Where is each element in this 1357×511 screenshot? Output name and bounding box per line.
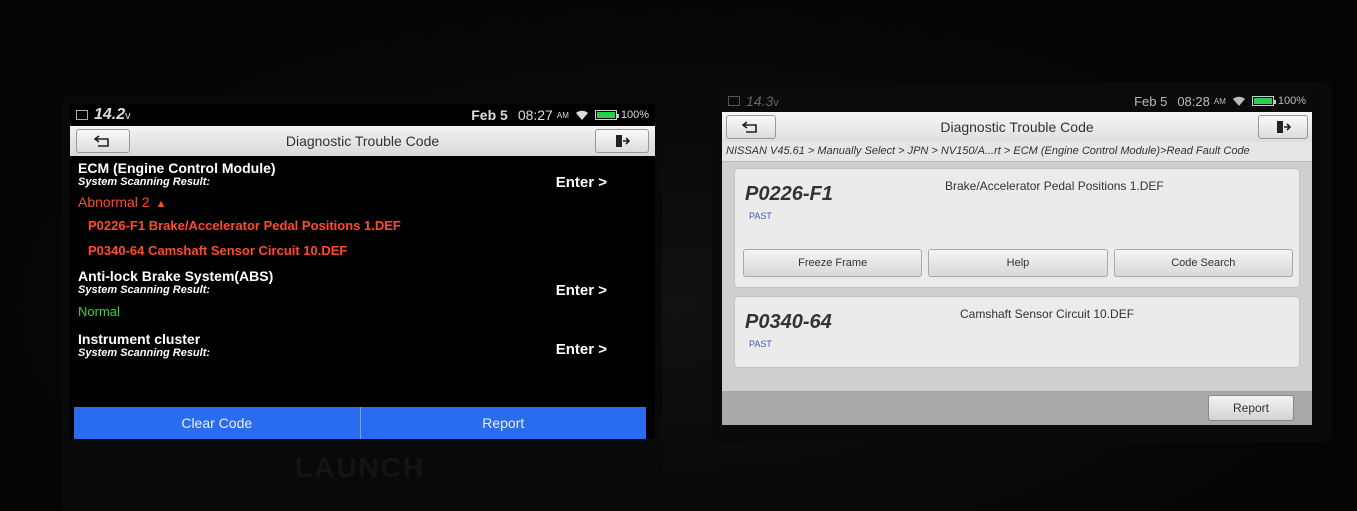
back-arrow-icon bbox=[742, 121, 757, 133]
enter-button[interactable]: Enter > bbox=[556, 282, 607, 299]
clear-code-button[interactable]: Clear Code bbox=[74, 407, 360, 439]
code-search-button[interactable]: Code Search bbox=[1113, 249, 1293, 277]
enter-button[interactable]: Enter > bbox=[556, 341, 607, 358]
dtc-list-item: P0340-64 Camshaft Sensor Circuit 10.DEF bbox=[88, 243, 348, 258]
battery-icon bbox=[594, 110, 619, 120]
status-date: Feb 5 bbox=[1134, 93, 1168, 109]
voltage-readout: 14.2v bbox=[94, 106, 131, 123]
dtc-status: PAST bbox=[749, 339, 772, 349]
exit-button[interactable] bbox=[595, 129, 649, 153]
bottom-action-bar: Report bbox=[722, 391, 1312, 425]
bottom-action-bar: Clear Code Report bbox=[74, 407, 646, 439]
status-bar: 14.2v Feb 5 08:27 AM 100% bbox=[70, 104, 655, 126]
voltage-readout: 14.3v bbox=[746, 93, 779, 109]
freeze-frame-button[interactable]: Freeze Frame bbox=[743, 249, 923, 277]
dtc-list: P0226-F1 PAST Brake/Accelerator Pedal Po… bbox=[722, 162, 1312, 382]
back-button[interactable] bbox=[76, 129, 130, 153]
dtc-list-item: P0226-F1 Brake/Accelerator Pedal Positio… bbox=[88, 218, 401, 233]
expand-up-icon: ▲ bbox=[155, 198, 167, 210]
breadcrumb: NISSAN V45.61 > Manually Select > JPN > … bbox=[722, 142, 1312, 162]
dtc-code: P0226-F1 bbox=[745, 183, 833, 205]
battery-icon bbox=[1251, 96, 1276, 106]
dtc-description: Camshaft Sensor Circuit 10.DEF bbox=[960, 307, 1135, 321]
calendar-icon bbox=[76, 110, 88, 120]
battery-percent: 100% bbox=[620, 109, 649, 121]
back-arrow-icon bbox=[94, 135, 109, 147]
system-item-abs[interactable]: Anti-lock Brake System(ABS) System Scann… bbox=[78, 268, 647, 319]
dtc-code: P0340-64 bbox=[745, 311, 832, 333]
calendar-icon bbox=[728, 96, 740, 106]
page-title: Diagnostic Trouble Code bbox=[940, 119, 1094, 135]
dtc-status: PAST bbox=[749, 211, 772, 221]
enter-button[interactable]: Enter > bbox=[556, 174, 607, 191]
exit-icon bbox=[616, 135, 630, 147]
status-normal: Normal bbox=[78, 304, 120, 319]
right-screen: 14.3v Feb 5 08:28 AM 100% Diagnostic Tro… bbox=[722, 90, 1312, 425]
dtc-card[interactable]: P0226-F1 PAST Brake/Accelerator Pedal Po… bbox=[734, 168, 1300, 288]
dtc-card[interactable]: P0340-64 PAST Camshaft Sensor Circuit 10… bbox=[734, 296, 1300, 368]
brand-watermark: LAUNCH bbox=[295, 452, 426, 483]
status-ampm: AM bbox=[1213, 96, 1226, 106]
status-bar: 14.3v Feb 5 08:28 AM 100% bbox=[722, 90, 1312, 112]
exit-icon bbox=[1277, 121, 1291, 133]
wifi-icon bbox=[575, 110, 588, 120]
help-button[interactable]: Help bbox=[928, 249, 1108, 277]
dtc-description: Brake/Accelerator Pedal Positions 1.DEF bbox=[945, 179, 1164, 193]
title-bar: Diagnostic Trouble Code bbox=[722, 112, 1312, 142]
title-bar: Diagnostic Trouble Code bbox=[70, 126, 655, 156]
dtc-actions: Freeze Frame Help Code Search bbox=[743, 249, 1293, 277]
left-screen: 14.2v Feb 5 08:27 AM 100% Diagnostic Tro… bbox=[70, 104, 655, 439]
back-button[interactable] bbox=[726, 115, 776, 139]
system-item-instrument-cluster[interactable]: Instrument cluster System Scanning Resul… bbox=[78, 331, 647, 359]
report-button[interactable]: Report bbox=[1208, 395, 1294, 421]
page-title: Diagnostic Trouble Code bbox=[285, 133, 440, 149]
status-date: Feb 5 bbox=[471, 107, 508, 123]
status-time: 08:28 bbox=[1177, 93, 1210, 109]
battery-percent: 100% bbox=[1277, 95, 1306, 107]
system-item-ecm[interactable]: ECM (Engine Control Module) System Scann… bbox=[78, 160, 647, 258]
status-ampm: AM bbox=[556, 110, 569, 120]
system-list: ECM (Engine Control Module) System Scann… bbox=[70, 156, 655, 363]
report-button[interactable]: Report bbox=[359, 407, 647, 439]
wifi-icon bbox=[1232, 96, 1245, 106]
exit-button[interactable] bbox=[1258, 115, 1308, 139]
status-time: 08:27 bbox=[517, 107, 553, 123]
status-abnormal[interactable]: Abnormal 2 ▲ bbox=[78, 194, 647, 210]
